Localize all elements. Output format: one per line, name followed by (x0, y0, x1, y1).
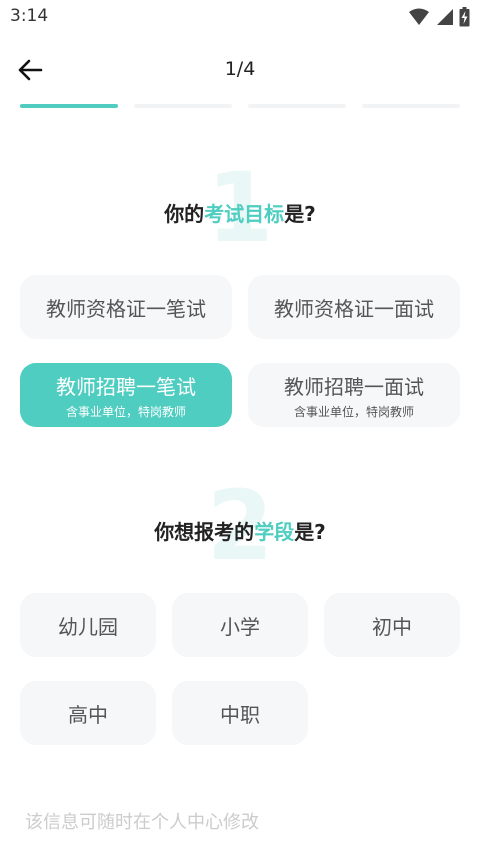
option-label: 教师资格证一面试 (274, 296, 434, 321)
section2-title-highlight: 学段 (254, 520, 295, 544)
battery-charging-icon (459, 7, 470, 27)
progress-segment (20, 104, 118, 108)
option-vocational[interactable]: 中职 (172, 681, 308, 745)
option-label: 初中 (372, 614, 412, 639)
section1-title-highlight: 考试目标 (204, 202, 285, 226)
wifi-icon (409, 8, 429, 25)
option-label: 教师招聘一笔试 (56, 374, 196, 399)
section1-title: 你的考试目标是? (164, 202, 316, 226)
footer-note: 该信息可随时在个人中心修改 (25, 812, 259, 833)
section2-title-prefix: 你想报考的 (154, 520, 255, 544)
progress-segment (248, 104, 346, 108)
option-junior-high[interactable]: 初中 (324, 593, 460, 657)
status-time: 3:14 (10, 6, 49, 26)
option-cert-interview[interactable]: 教师资格证一面试 (248, 275, 460, 339)
option-primary[interactable]: 小学 (172, 593, 308, 657)
option-label: 幼儿园 (58, 614, 118, 639)
signal-icon (437, 9, 453, 25)
section2-title-wrap: 你想报考的学段是? (0, 516, 480, 545)
section1-title-wrap: 你的考试目标是? (0, 198, 480, 227)
status-icons (409, 7, 470, 27)
option-label: 教师招聘一面试 (284, 374, 424, 399)
option-senior-high[interactable]: 高中 (20, 681, 156, 745)
option-sublabel: 含事业单位，特岗教师 (293, 404, 414, 419)
progress-segment (362, 104, 460, 108)
option-label: 小学 (220, 614, 260, 639)
progress-indicator (20, 104, 460, 108)
option-label: 高中 (68, 702, 108, 727)
option-recruit-written[interactable]: 教师招聘一笔试 含事业单位，特岗教师 (20, 363, 232, 427)
option-label: 教师资格证一笔试 (46, 296, 206, 321)
option-cert-written[interactable]: 教师资格证一笔试 (20, 275, 232, 339)
status-bar: 3:14 (0, 0, 480, 34)
progress-segment (134, 104, 232, 108)
option-recruit-interview[interactable]: 教师招聘一面试 含事业单位，特岗教师 (248, 363, 460, 427)
nav-bar: 1/4 (0, 44, 480, 96)
section2-title: 你想报考的学段是? (154, 520, 326, 544)
option-label: 中职 (220, 702, 260, 727)
section1-title-prefix: 你的 (164, 202, 205, 226)
step-counter: 1/4 (224, 58, 256, 80)
option-sublabel: 含事业单位，特岗教师 (65, 404, 186, 419)
section2-title-suffix: 是? (294, 520, 326, 544)
section1-title-suffix: 是? (284, 202, 316, 226)
option-kindergarten[interactable]: 幼儿园 (20, 593, 156, 657)
